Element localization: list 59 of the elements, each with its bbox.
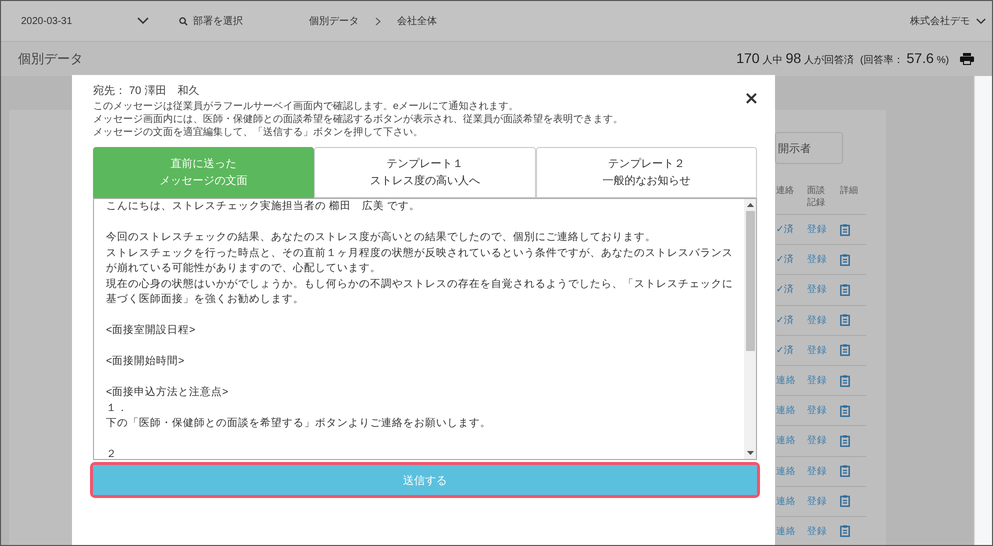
contact-status: ✓済 — [776, 314, 795, 327]
contact-status: ✓済 — [776, 344, 795, 357]
clipboard-icon[interactable] — [840, 525, 850, 538]
register-link[interactable]: 登録 — [807, 314, 830, 327]
template-tab[interactable]: テンプレート１ ストレス度の高い人へ — [314, 147, 536, 198]
instruction-text: このメッセージは従業員がラフールサーベイ画面内で確認します。eメールにて通知されます。 — [93, 100, 520, 113]
clipboard-icon[interactable] — [840, 434, 850, 447]
contact-status: ✓済 — [776, 253, 795, 266]
search-icon — [179, 16, 188, 26]
register-link[interactable]: 登録 — [807, 464, 830, 478]
register-link[interactable]: 登録 — [807, 374, 830, 388]
chevron-right-icon — [375, 16, 381, 26]
department-search[interactable]: 部署を選択 — [179, 14, 309, 28]
contact-status: ✓済 — [776, 283, 795, 296]
chevron-down-icon — [137, 17, 149, 25]
register-link[interactable]: 登録 — [807, 434, 830, 448]
contact-status: 連絡 — [776, 434, 797, 448]
clipboard-icon[interactable] — [840, 254, 850, 266]
contact-status: 連絡 — [776, 404, 797, 418]
breadcrumb-item[interactable]: 個別データ — [309, 14, 359, 28]
register-link[interactable]: 登録 — [807, 494, 830, 508]
contact-status: ✓済 — [776, 223, 795, 236]
recipient-label: 宛先： 70 澤田 和久 — [93, 84, 200, 98]
register-link[interactable]: 登録 — [807, 524, 830, 538]
contact-status: 連絡 — [776, 374, 797, 388]
clipboard-icon[interactable] — [840, 314, 850, 326]
clipboard-icon[interactable] — [840, 344, 850, 356]
contact-status: 連絡 — [776, 494, 797, 508]
page-scrollbar[interactable] — [974, 76, 992, 545]
breadcrumb-item[interactable]: 会社全体 — [397, 14, 437, 28]
send-button[interactable]: 送信する — [93, 465, 757, 495]
printer-icon[interactable] — [960, 53, 974, 65]
clipboard-icon[interactable] — [840, 374, 850, 387]
date-dropdown[interactable]: 2020-03-31 — [1, 16, 159, 26]
register-link[interactable]: 登録 — [807, 253, 830, 266]
register-link[interactable]: 登録 — [807, 283, 830, 296]
register-link[interactable]: 登録 — [807, 223, 830, 236]
column-header: 詳細 — [839, 184, 859, 196]
template-tab[interactable]: 直前に送った メッセージの文面 — [93, 147, 314, 198]
contact-status: 連絡 — [776, 464, 797, 478]
page-title: 個別データ — [18, 50, 83, 68]
template-tab[interactable]: テンプレート２ 一般的なお知らせ — [536, 147, 757, 198]
close-button[interactable]: × — [744, 90, 759, 108]
instruction-text: メッセージ画面内には、医師・保健師との面談希望を確認するボタンが表示され、従業員が面談希望を表明できます。 — [93, 113, 624, 126]
clipboard-icon[interactable] — [840, 495, 850, 508]
clipboard-icon[interactable] — [840, 465, 850, 478]
register-link[interactable]: 登録 — [807, 404, 830, 418]
register-link[interactable]: 登録 — [807, 344, 830, 357]
filter-button[interactable]: 開示者 — [775, 132, 843, 164]
clipboard-icon[interactable] — [840, 404, 850, 417]
clipboard-icon[interactable] — [840, 224, 850, 236]
column-header: 面談記録 — [807, 184, 826, 208]
contact-status: 連絡 — [776, 524, 797, 538]
response-stats: 170 人中 98 人が回答済 (回答率： 57.6 %) — [736, 50, 950, 68]
column-header: 連絡 — [776, 184, 795, 196]
clipboard-icon[interactable] — [840, 284, 850, 296]
chevron-down-icon — [976, 18, 986, 24]
company-menu[interactable]: 株式会社デモ — [910, 14, 992, 28]
instruction-text: メッセージの文面を適宜編集して、「送信する」ボタンを押して下さい。 — [93, 126, 424, 139]
